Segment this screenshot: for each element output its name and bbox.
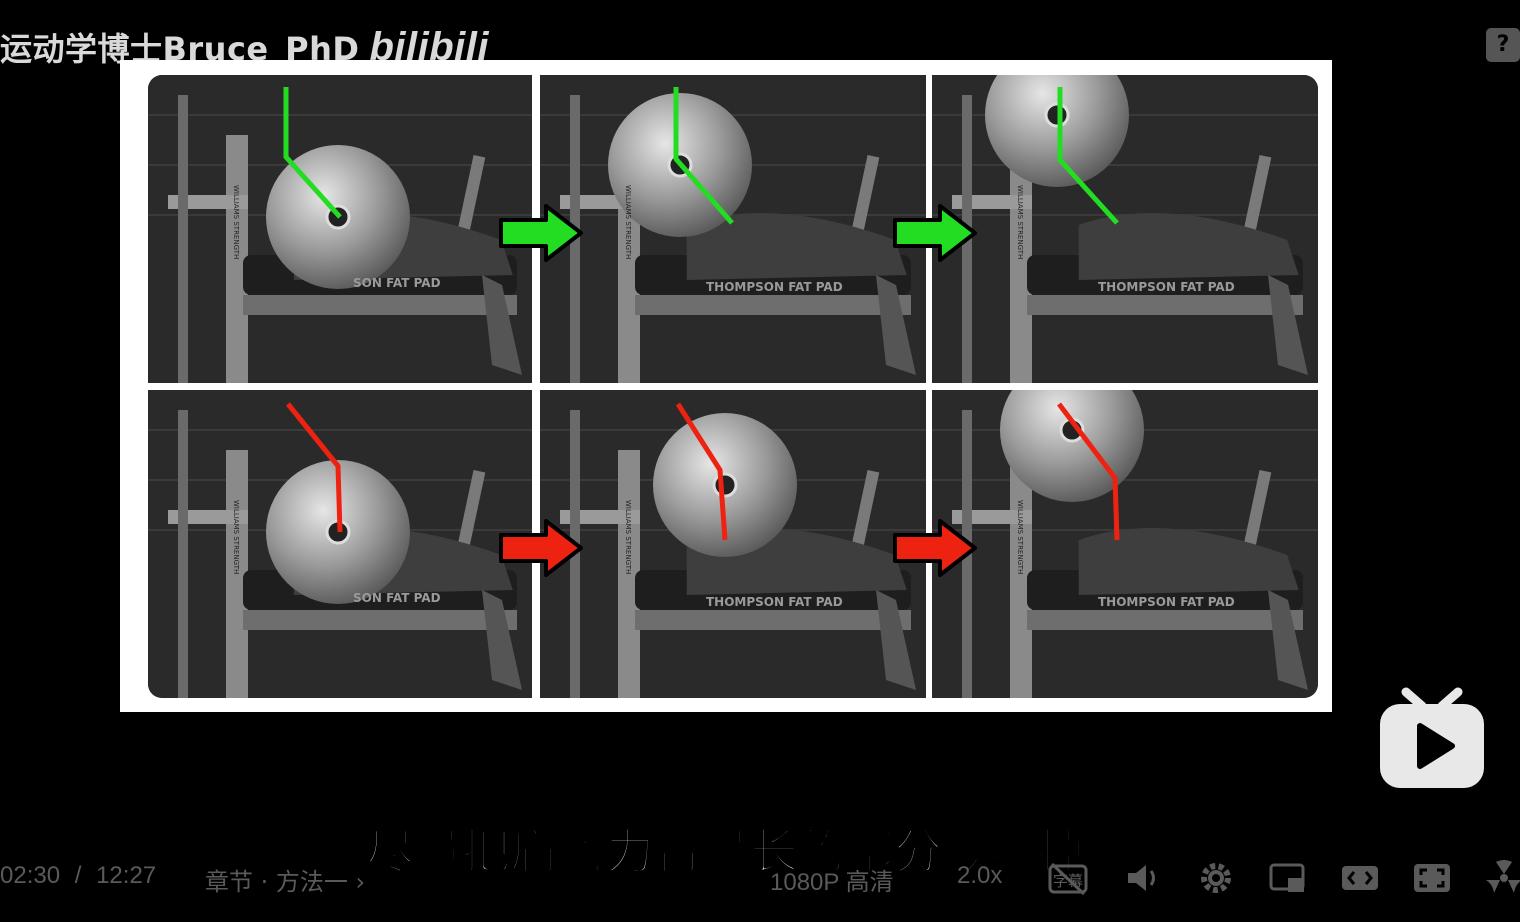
duration: 12:27 bbox=[96, 862, 157, 889]
panel-grid: SON FAT PAD WILLIAMS STRENGTH THOMPSON F… bbox=[148, 75, 1318, 698]
transition-arrow-icon bbox=[892, 518, 978, 578]
bench-pad-label: SON FAT PAD bbox=[353, 276, 441, 290]
time-display: 02:30 / 12:27 bbox=[0, 862, 156, 890]
subtitle-toggle-icon[interactable]: 字幕 bbox=[1048, 860, 1088, 896]
transition-arrow-icon bbox=[498, 203, 584, 263]
transition-arrow-icon bbox=[892, 203, 978, 263]
bench-pad-label: SON FAT PAD bbox=[353, 591, 441, 605]
picture-in-picture-icon[interactable] bbox=[1268, 860, 1308, 896]
volume-icon[interactable] bbox=[1124, 860, 1164, 896]
rack-label: WILLIAMS STRENGTH bbox=[232, 500, 240, 574]
chapter-label: 章节 · 方法一 bbox=[205, 868, 348, 896]
chapter-button[interactable]: 章节 · 方法一 › bbox=[205, 862, 365, 897]
bench-pad-label: THOMPSON FAT PAD bbox=[1098, 280, 1235, 294]
rack-label: WILLIAMS STRENGTH bbox=[1016, 500, 1024, 574]
widescreen-icon[interactable] bbox=[1340, 860, 1380, 896]
bench-press-frame: THOMPSON FAT PAD WILLIAMS STRENGTH bbox=[540, 390, 926, 698]
bench-press-frame: THOMPSON FAT PAD WILLIAMS STRENGTH bbox=[540, 75, 926, 383]
danmaku-icon[interactable] bbox=[1484, 860, 1520, 896]
bench-pad-label: THOMPSON FAT PAD bbox=[706, 280, 843, 294]
transition-arrow-icon bbox=[498, 518, 584, 578]
time-separator: / bbox=[74, 862, 82, 889]
fullscreen-icon[interactable] bbox=[1412, 860, 1452, 896]
bench-press-frame: SON FAT PAD WILLIAMS STRENGTH bbox=[148, 75, 532, 383]
bench-pad-label: THOMPSON FAT PAD bbox=[1098, 595, 1235, 609]
bench-press-frame: THOMPSON FAT PAD WILLIAMS STRENGTH bbox=[932, 75, 1318, 383]
rack-label: WILLIAMS STRENGTH bbox=[624, 185, 632, 259]
speed-button[interactable]: 2.0x bbox=[957, 862, 1002, 890]
player-controls: 02:30 / 12:27 章节 · 方法一 › 1080P 高清 2.0x 字… bbox=[0, 858, 1520, 902]
quality-button[interactable]: 1080P 高清 bbox=[770, 862, 894, 897]
bench-press-frame: THOMPSON FAT PAD WILLIAMS STRENGTH bbox=[932, 390, 1318, 698]
bench-pad-label: THOMPSON FAT PAD bbox=[706, 595, 843, 609]
bench-press-frame: SON FAT PAD WILLIAMS STRENGTH bbox=[148, 390, 532, 698]
current-time: 02:30 bbox=[0, 862, 61, 889]
play-icon[interactable] bbox=[1378, 686, 1486, 790]
rack-label: WILLIAMS STRENGTH bbox=[624, 500, 632, 574]
comparison-figure: SON FAT PAD WILLIAMS STRENGTH THOMPSON F… bbox=[120, 60, 1332, 712]
gear-icon[interactable] bbox=[1196, 860, 1236, 896]
rack-label: WILLIAMS STRENGTH bbox=[232, 185, 240, 259]
chevron-right-icon: › bbox=[355, 868, 366, 896]
rack-label: WILLIAMS STRENGTH bbox=[1016, 185, 1024, 259]
help-icon[interactable]: ? bbox=[1486, 28, 1520, 62]
